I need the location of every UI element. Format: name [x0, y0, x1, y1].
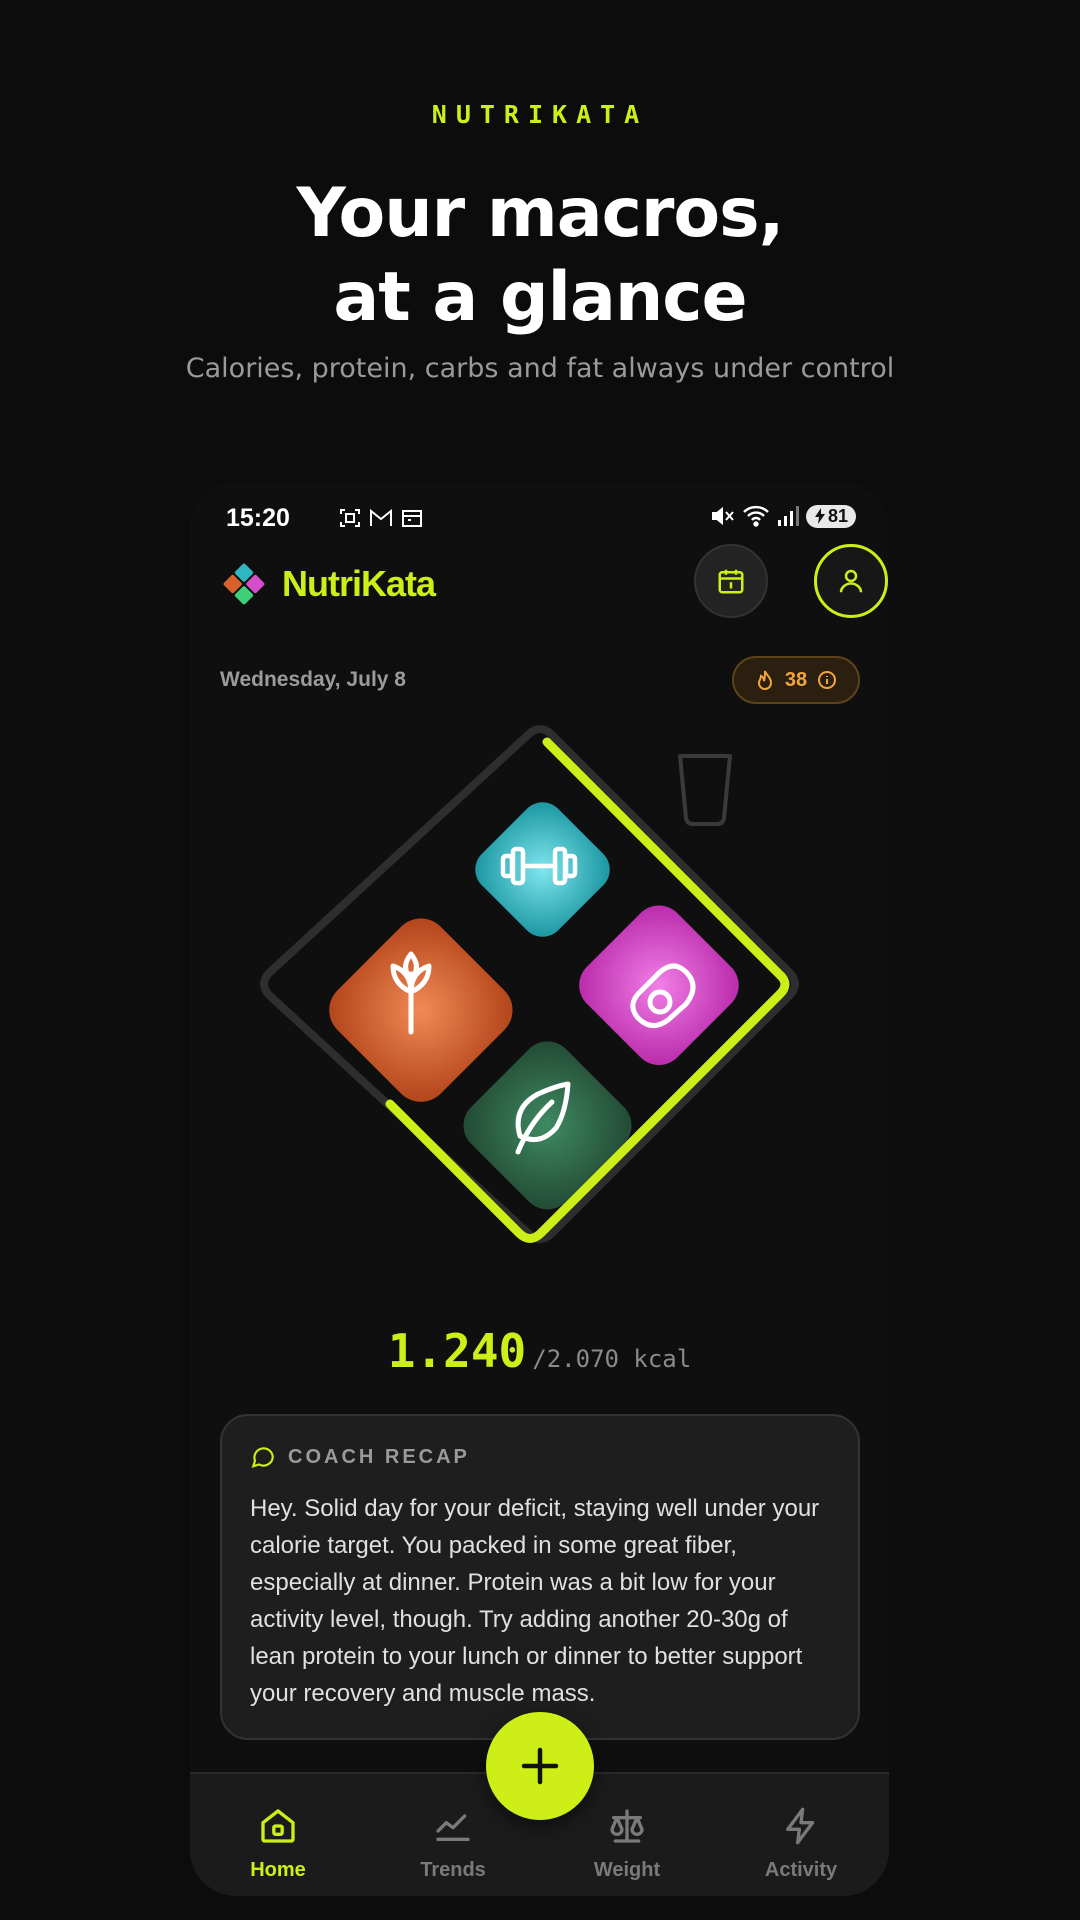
- charging-icon: [814, 508, 825, 524]
- home-icon: [261, 1809, 295, 1843]
- nav-trends-label: Trends: [420, 1859, 486, 1881]
- calendar-small-icon: [402, 510, 422, 527]
- streak-badge[interactable]: 38: [732, 656, 860, 704]
- user-icon: [839, 569, 863, 593]
- promo-title: Your macros, at a glance: [0, 172, 1080, 340]
- mail-icon: [370, 508, 392, 526]
- promo-subtitle: Calories, protein, carbs and fat always …: [185, 353, 895, 384]
- phone-screen: 15:20 81 NutriKata Wednesday, July 8 38 …: [190, 482, 889, 1896]
- calendar-button[interactable]: [694, 544, 768, 618]
- signal-icon: [777, 506, 799, 526]
- app-header: NutriKata: [220, 544, 888, 622]
- lightning-icon: [786, 1807, 815, 1845]
- calendar-icon: [718, 569, 744, 594]
- trends-icon: [436, 1814, 470, 1841]
- nav-trends[interactable]: Trends: [393, 1806, 513, 1882]
- coach-recap-card: COACH RECAP Hey. Solid day for your defi…: [220, 1414, 860, 1740]
- battery-level: 81: [827, 505, 848, 526]
- app-logo: NutriKata: [220, 560, 436, 608]
- coach-recap-text: Hey. Solid day for your deficit, staying…: [250, 1495, 820, 1707]
- app-name: NutriKata: [282, 563, 436, 604]
- nav-home-label: Home: [250, 1859, 306, 1881]
- calories-consumed: 1.240: [387, 1324, 527, 1378]
- date-row: Wednesday, July 8 38: [220, 656, 860, 704]
- water-glass-icon[interactable]: [678, 754, 732, 826]
- promo-title-line1: Your macros,: [296, 174, 785, 253]
- plus-icon: [521, 1747, 559, 1785]
- add-entry-button[interactable]: [486, 1712, 594, 1820]
- promo-title-line2: at a glance: [333, 258, 747, 337]
- protein-tile[interactable]: [466, 793, 619, 946]
- info-icon: [818, 671, 837, 689]
- macro-diamond-graphic: [260, 725, 799, 1243]
- nav-activity-label: Activity: [764, 1859, 838, 1881]
- chat-bubble-icon: [251, 1447, 274, 1468]
- nav-activity[interactable]: Activity: [741, 1806, 861, 1882]
- status-time: 15:20: [226, 504, 290, 532]
- nav-weight-label: Weight: [593, 1859, 661, 1881]
- status-bar: 15:20 81: [226, 500, 856, 540]
- promo-brand: NUTRIKATA: [431, 100, 649, 129]
- nav-home[interactable]: Home: [218, 1806, 338, 1882]
- carbs-tile[interactable]: [318, 907, 524, 1113]
- logo-icon: [223, 563, 265, 605]
- profile-button[interactable]: [814, 544, 888, 618]
- coach-recap-title: COACH RECAP: [288, 1445, 470, 1468]
- scale-icon: [610, 1809, 644, 1843]
- mute-icon: [711, 506, 734, 526]
- current-date: Wednesday, July 8: [220, 668, 406, 691]
- streak-count: 38: [784, 668, 808, 691]
- calories-goal: /2.070 kcal: [532, 1345, 692, 1373]
- battery-indicator: 81: [805, 504, 856, 528]
- calorie-summary: 1.240/2.070 kcal: [190, 1324, 889, 1378]
- nav-weight[interactable]: Weight: [567, 1806, 687, 1882]
- flame-icon: [757, 670, 772, 690]
- wifi-icon: [743, 505, 769, 527]
- screenshot-icon: [340, 509, 360, 527]
- macro-diamond: [190, 722, 889, 1282]
